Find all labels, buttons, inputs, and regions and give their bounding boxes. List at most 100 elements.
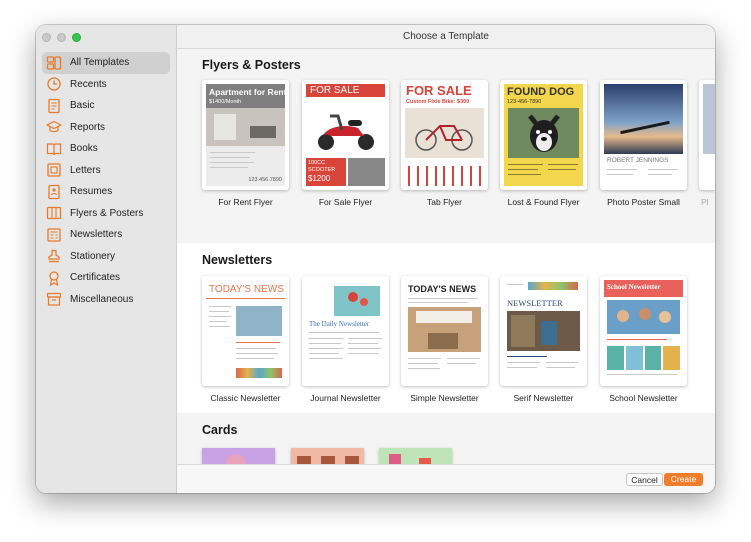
category-list: All Templates Recents Basic Reports Book… <box>42 52 170 310</box>
template-simple-newsletter[interactable]: TODAY'S NEWS Simple Newsletter <box>401 276 488 403</box>
sidebar-item-miscellaneous[interactable]: Miscellaneous <box>42 289 170 311</box>
bicycle-icon <box>415 125 473 151</box>
sidebar-item-label: All Templates <box>70 57 130 69</box>
card-template-cakes[interactable] <box>291 448 364 464</box>
flyer-price: $1400/Month <box>209 99 242 105</box>
template-thumbnail: FOR SALE 100CC SCOOTER $1200 <box>302 80 389 190</box>
create-button[interactable]: Create <box>664 473 703 486</box>
flyer-title: FOUND DOG <box>507 86 575 98</box>
sidebar-item-label: Reports <box>70 121 106 133</box>
poster-name: ROBERT JENNINGS <box>607 157 669 164</box>
document-icon <box>48 98 60 113</box>
person-document-icon <box>48 184 60 199</box>
template-chooser-window: All Templates Recents Basic Reports Book… <box>36 25 715 493</box>
card-template-icecream[interactable] <box>202 448 275 464</box>
newsletters-section: Newsletters TODAY'S NEWS Classic Newslet… <box>177 243 715 413</box>
flyer-phone: 123-456-7890 <box>507 99 542 105</box>
sidebar-item-stationery[interactable]: Stationery <box>42 246 170 268</box>
flyer-subtitle: Custom Fixie Bike: $300 <box>406 99 470 105</box>
newsletter-icon <box>47 228 61 242</box>
window-controls <box>42 33 81 42</box>
template-school-newsletter[interactable]: School Newsletter School Newsletter <box>600 276 687 403</box>
template-thumbnail <box>699 80 715 190</box>
template-caption: Photo Poster Small <box>607 197 680 207</box>
bike-photo <box>405 108 484 158</box>
flyers-section: Flyers & Posters Apartment for Rent $140… <box>177 49 715 243</box>
ribbon-icon <box>49 271 59 286</box>
sidebar-item-letters[interactable]: Letters <box>42 160 170 182</box>
cancel-button[interactable]: Cancel <box>626 473 663 486</box>
newsletter-title: NEWSLETTER <box>507 298 563 308</box>
template-serif-newsletter[interactable]: NEWSLETTER Serif Newsletter <box>500 276 587 403</box>
template-thumbnail: School Newsletter <box>600 276 687 386</box>
sidebar-item-label: Flyers & Posters <box>70 207 144 219</box>
flyer-phone: 123.456.7890 <box>248 177 282 183</box>
graduation-cap-icon <box>46 121 62 133</box>
clock-icon <box>47 77 61 91</box>
newsletter-title: TODAY'S NEWS <box>209 284 284 295</box>
template-for-sale-flyer[interactable]: FOR SALE 100CC SCOOTER $1200 For Sale Fl… <box>302 80 389 207</box>
pier-photo <box>604 84 683 154</box>
flowers-photo <box>334 286 380 316</box>
sidebar-item-newsletters[interactable]: Newsletters <box>42 224 170 246</box>
template-lost-found-flyer[interactable]: FOUND DOG 123-456-7890 Lost & Found Flye… <box>500 80 587 207</box>
library-photo <box>507 311 580 351</box>
kids-photo <box>236 306 282 336</box>
book-icon <box>46 143 62 155</box>
letter-icon <box>47 163 61 177</box>
template-thumbnail: TODAY'S NEWS <box>202 276 289 386</box>
template-classic-newsletter[interactable]: TODAY'S NEWS Classic Newsletter <box>202 276 289 403</box>
sidebar-item-label: Books <box>70 143 98 155</box>
template-thumbnail: NEWSLETTER <box>500 276 587 386</box>
template-caption: School Newsletter <box>609 393 678 403</box>
flyer-icon <box>46 207 62 220</box>
room-photo <box>206 108 285 146</box>
sidebar-item-label: Resumes <box>70 186 113 198</box>
section-title-flyers: Flyers & Posters <box>202 58 301 72</box>
flyer-title: FOR SALE <box>310 85 360 96</box>
scooter-icon <box>318 114 374 150</box>
flyer-price: $1200 <box>308 174 331 183</box>
dog-icon <box>528 114 560 152</box>
sidebar-item-basic[interactable]: Basic <box>42 95 170 117</box>
template-photo-poster-small[interactable]: ROBERT JENNINGS Photo Poster Small <box>600 80 687 207</box>
template-thumbnail: TODAY'S NEWS <box>401 276 488 386</box>
template-partial-next[interactable]: Pl <box>699 80 715 207</box>
sidebar-item-label: Letters <box>70 164 101 176</box>
sidebar-item-books[interactable]: Books <box>42 138 170 160</box>
template-caption: Pl <box>701 197 709 207</box>
newsletter-title: TODAY'S NEWS <box>408 284 477 294</box>
window-title: Choose a Template <box>177 25 715 49</box>
template-gallery[interactable]: Flyers & Posters Apartment for Rent $140… <box>177 49 715 464</box>
sidebar-item-resumes[interactable]: Resumes <box>42 181 170 203</box>
template-for-rent-flyer[interactable]: Apartment for Rent $1400/Month 123.456.7… <box>202 80 289 207</box>
template-journal-newsletter[interactable]: The Daily Newsletter Journal Newsletter <box>302 276 389 403</box>
sidebar-item-label: Certificates <box>70 272 121 284</box>
dialog-footer: Cancel Create <box>177 464 715 493</box>
section-title-cards: Cards <box>202 423 238 437</box>
students-photo <box>607 300 680 334</box>
sidebar-item-certificates[interactable]: Certificates <box>42 267 170 289</box>
template-tab-flyer[interactable]: FOR SALE Custom Fixie Bike: $300 Tab Fly… <box>401 80 488 207</box>
template-thumbnail: ROBERT JENNINGS <box>600 80 687 190</box>
template-thumbnail: The Daily Newsletter <box>302 276 389 386</box>
template-thumbnail: FOR SALE Custom Fixie Bike: $300 <box>401 80 488 190</box>
flyer-title: FOR SALE <box>406 83 472 98</box>
kitchen-photo <box>408 307 481 352</box>
sidebar-item-all-templates[interactable]: All Templates <box>42 52 170 74</box>
zoom-window-button[interactable] <box>72 33 81 42</box>
sidebar-item-label: Basic <box>70 100 95 112</box>
sidebar-item-flyers-posters[interactable]: Flyers & Posters <box>42 203 170 225</box>
sidebar-item-reports[interactable]: Reports <box>42 117 170 139</box>
template-browser: Choose a Template Flyers & Posters Apart… <box>177 25 715 493</box>
card-template-gifts[interactable] <box>379 448 452 464</box>
dog-photo <box>508 108 579 158</box>
sidebar-item-label: Newsletters <box>70 229 123 241</box>
close-window-button[interactable] <box>42 33 51 42</box>
archive-icon <box>46 293 62 306</box>
grid-icon <box>46 56 62 70</box>
minimize-window-button[interactable] <box>57 33 66 42</box>
cards-section: Cards <box>177 413 715 464</box>
sidebar-item-recents[interactable]: Recents <box>42 74 170 96</box>
template-thumbnail: Apartment for Rent $1400/Month 123.456.7… <box>202 80 289 190</box>
